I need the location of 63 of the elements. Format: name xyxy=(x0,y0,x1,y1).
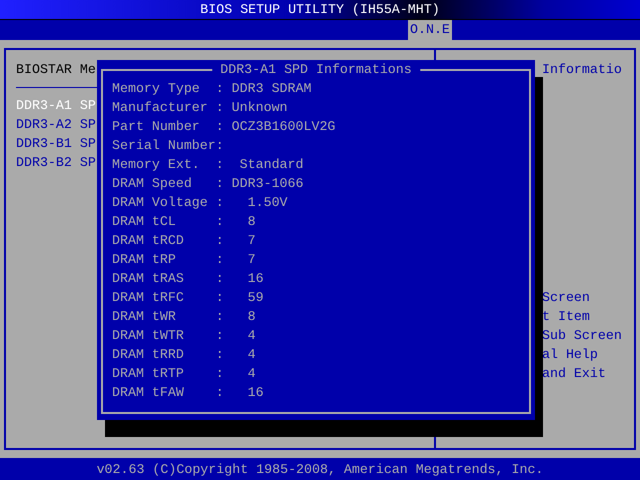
field-value: DDR3 SDRAM xyxy=(232,80,312,98)
help-text: t Item xyxy=(542,308,590,326)
copyright-text: v02.63 (C)Copyright 1985-2008, American Megatrends, Inc. xyxy=(96,462,544,476)
panel-heading: BIOSTAR Me xyxy=(16,61,96,79)
field-value: 1.50V xyxy=(248,194,288,212)
field-value: Standard xyxy=(240,156,304,174)
colon: : xyxy=(216,80,224,98)
field-label: DRAM tRP xyxy=(112,251,177,269)
colon: : xyxy=(216,346,224,364)
colon: : xyxy=(216,232,224,250)
colon: : xyxy=(216,99,224,117)
menu-tab[interactable]: O.N.E xyxy=(408,20,452,40)
field-label: DRAM tRCD xyxy=(112,232,185,250)
help-text: Screen xyxy=(542,289,590,307)
help-heading: Informatio xyxy=(542,61,622,79)
field-value: 8 xyxy=(248,308,256,326)
help-text: al Help xyxy=(542,346,598,364)
field-value: 4 xyxy=(248,346,256,364)
field-label: DRAM tRRD xyxy=(112,346,185,364)
field-label: Serial Number xyxy=(112,137,216,155)
field-label: Memory Type xyxy=(112,80,201,98)
colon: : xyxy=(216,175,224,193)
field-label: Memory Ext. xyxy=(112,156,201,174)
field-value: DDR3-1066 xyxy=(232,175,304,193)
field-value: 7 xyxy=(248,232,256,250)
field-label: DRAM tWR xyxy=(112,308,177,326)
help-text: and Exit xyxy=(542,365,606,383)
field-label: DRAM tRAS xyxy=(112,270,185,288)
window-title: BIOS SETUP UTILITY (IH55A-MHT) xyxy=(200,2,440,17)
field-label: DRAM Speed xyxy=(112,175,193,193)
field-label: DRAM tRFC xyxy=(112,289,185,307)
menu-item[interactable]: DDR3-B1 SP xyxy=(16,134,96,153)
colon: : xyxy=(216,308,224,326)
field-value: 7 xyxy=(248,251,256,269)
field-value: 4 xyxy=(248,365,256,383)
colon: : xyxy=(216,118,224,136)
field-label: DRAM tFAW xyxy=(112,384,185,402)
colon: : xyxy=(216,137,224,155)
colon: : xyxy=(216,156,224,174)
field-label: DRAM tCL xyxy=(112,213,177,231)
field-value: 8 xyxy=(248,213,256,231)
colon: : xyxy=(216,365,224,383)
colon: : xyxy=(216,327,224,345)
field-label: Manufacturer xyxy=(112,99,209,117)
field-label: Part Number xyxy=(112,118,201,136)
field-value: 16 xyxy=(248,270,264,288)
colon: : xyxy=(216,194,224,212)
help-text: Sub Screen xyxy=(542,327,622,345)
colon: : xyxy=(216,384,224,402)
colon: : xyxy=(216,289,224,307)
colon: : xyxy=(216,251,224,269)
field-label: DRAM Voltage xyxy=(112,194,209,212)
field-value: 59 xyxy=(248,289,264,307)
field-value: 16 xyxy=(248,384,264,402)
colon: : xyxy=(216,213,224,231)
field-label: DRAM tWTR xyxy=(112,327,185,345)
field-value: Unknown xyxy=(232,99,288,117)
field-value: OCZ3B1600LV2G xyxy=(232,118,336,136)
menu-item[interactable]: DDR3-A2 SP xyxy=(16,115,96,134)
field-label: DRAM tRTP xyxy=(112,365,185,383)
field-value: 4 xyxy=(248,327,256,345)
colon: : xyxy=(216,270,224,288)
menu-item[interactable]: DDR3-B2 SP xyxy=(16,153,96,172)
